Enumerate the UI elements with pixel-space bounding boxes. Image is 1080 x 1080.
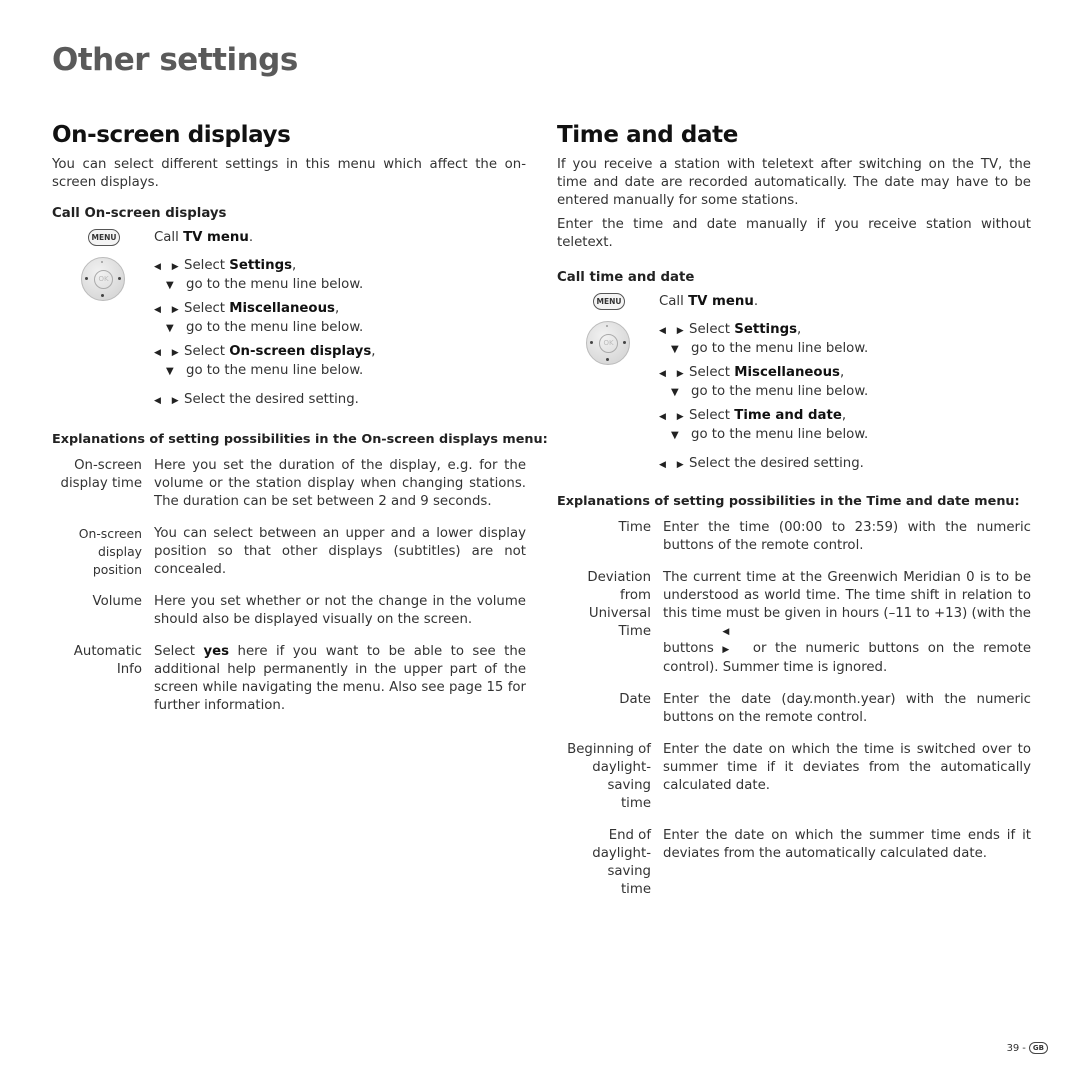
down-arrow-icon: ▼: [166, 366, 174, 377]
left-right-arrow-icon: ◀ ▶: [659, 369, 688, 379]
down-arrow-icon: ▼: [166, 323, 174, 334]
on-screen-displays-section: On-screen displays You can select differ…: [52, 122, 548, 729]
step-go-below: ▼ go to the menu line below.: [154, 362, 375, 381]
term: On-screen display time: [60, 458, 142, 491]
page-number: 39: [1006, 1042, 1020, 1054]
left-right-arrow-icon: ◀ ▶: [659, 412, 688, 422]
term: Volume: [92, 594, 142, 609]
down-arrow-icon: ▼: [166, 280, 174, 291]
menu-button-icon: MENU: [88, 229, 120, 246]
step-select-desired: ◀ ▶Select the desired setting.: [154, 391, 375, 410]
country-badge: GB: [1028, 1042, 1048, 1054]
remote-icons: MENU OK: [557, 293, 659, 453]
step-go-below: ▼ go to the menu line below.: [659, 426, 868, 445]
section-intro: You can select different settings in thi…: [52, 157, 526, 190]
step-select-time-and-date: ◀ ▶Select Time and date,: [659, 407, 868, 426]
step-go-below: ▼ go to the menu line below.: [154, 319, 375, 338]
explanations-heading: Explanations of setting possibilities in…: [52, 432, 548, 447]
description: Enter the date on which the time is swit…: [663, 742, 1031, 793]
step-go-below: ▼ go to the menu line below.: [659, 340, 868, 359]
step-go-below: ▼ go to the menu line below.: [659, 383, 868, 402]
section-heading: Time and date: [557, 122, 738, 148]
description: Here you set the duration of the display…: [154, 458, 526, 509]
description: Enter the date (day.month.year) with the…: [663, 692, 1031, 725]
term: On-screen display position: [78, 526, 142, 577]
step-select-miscellaneous: ◀ ▶Select Miscellaneous,: [659, 364, 868, 383]
ok-dpad-icon: OK: [586, 321, 630, 365]
remote-icons: MENU OK: [52, 229, 154, 389]
steps-list: Call TV menu. ◀ ▶Select Settings, ▼ go to…: [154, 229, 375, 410]
down-arrow-icon: ▼: [671, 430, 679, 441]
section-intro: If you receive a station with teletext a…: [557, 157, 1031, 208]
menu-button-icon: MENU: [593, 293, 625, 310]
definition-time: Time Enter the time (00:00 to 23:59) wit…: [557, 519, 1031, 555]
section-heading: On-screen displays: [52, 122, 291, 148]
ok-dpad-icon: OK: [81, 257, 125, 301]
left-right-arrow-icon: ◀ ▶: [154, 348, 183, 358]
page-footer: 39 - GB: [1007, 1042, 1048, 1054]
down-arrow-icon: ▼: [671, 344, 679, 355]
down-arrow-icon: ▼: [671, 387, 679, 398]
definition-display-time: On-screen display time Here you set the d…: [52, 457, 526, 511]
left-right-arrow-icon: ◀ ▶: [154, 305, 183, 315]
definition-date: Date Enter the date (day.month.year) wit…: [557, 691, 1031, 727]
page-title: Other settings: [52, 42, 298, 78]
term: Time: [618, 520, 651, 535]
left-right-arrow-icon: ◀ ▶: [659, 326, 688, 336]
step-call-menu: Call TV menu.: [154, 230, 254, 245]
definition-volume: Volume Here you set whether or not the c…: [52, 593, 526, 629]
description: The current time at the Greenwich Meridi…: [663, 570, 1031, 675]
term: Deviation from Universal Time: [587, 570, 651, 639]
step-call-menu: Call TV menu.: [659, 294, 759, 309]
steps-list: Call TV menu. ◀ ▶Select Settings, ▼ go to…: [659, 293, 868, 474]
description: Here you set whether or not the change i…: [154, 594, 526, 627]
definition-dst-end: End of daylight-saving time Enter the date…: [557, 827, 1031, 899]
definition-deviation-utc: Deviation from Universal Time The current…: [557, 569, 1031, 677]
term: Beginning of daylight-saving time: [567, 742, 651, 811]
step-select-settings: ◀ ▶Select Settings,: [659, 321, 868, 340]
call-heading: Call On-screen displays: [52, 206, 227, 221]
left-right-arrow-icon: ◀ ▶: [659, 460, 688, 470]
steps-block: MENU OK Call TV menu. ◀ ▶Select Settings…: [557, 293, 1031, 474]
description: Enter the date on which the summer time …: [663, 828, 1031, 861]
call-heading: Call time and date: [557, 270, 695, 285]
definition-dst-begin: Beginning of daylight-saving time Enter th…: [557, 741, 1031, 813]
left-right-arrow-icon: ◀ ▶: [154, 396, 183, 406]
description: You can select between an upper and a lo…: [154, 526, 526, 577]
step-select-desired: ◀ ▶Select the desired setting.: [659, 455, 868, 474]
explanations-heading: Explanations of setting possibilities in…: [557, 494, 1020, 509]
step-select-on-screen-displays: ◀ ▶Select On-screen displays,: [154, 343, 375, 362]
step-go-below: ▼ go to the menu line below.: [154, 276, 375, 295]
term: Automatic Info: [73, 644, 142, 677]
term: Date: [619, 692, 651, 707]
description: Select yes here if you want to be able t…: [154, 644, 526, 713]
definition-display-position: On-screen display position You can select…: [52, 525, 526, 579]
definition-automatic-info: Automatic Info Select yes here if you wan…: [52, 643, 526, 715]
term: End of daylight-saving time: [592, 828, 651, 897]
steps-block: MENU OK Call TV menu. ◀ ▶Select Settings…: [52, 229, 526, 410]
step-select-miscellaneous: ◀ ▶Select Miscellaneous,: [154, 300, 375, 319]
step-select-settings: ◀ ▶Select Settings,: [154, 257, 375, 276]
left-right-arrow-icon: ◀ ▶: [154, 262, 183, 272]
time-and-date-section: Time and date If you receive a station w…: [557, 122, 1031, 913]
left-right-arrow-icon: ◀ ▶: [722, 627, 734, 655]
section-intro-2: Enter the time and date manually if you …: [557, 217, 1031, 250]
description: Enter the time (00:00 to 23:59) with the…: [663, 520, 1031, 553]
